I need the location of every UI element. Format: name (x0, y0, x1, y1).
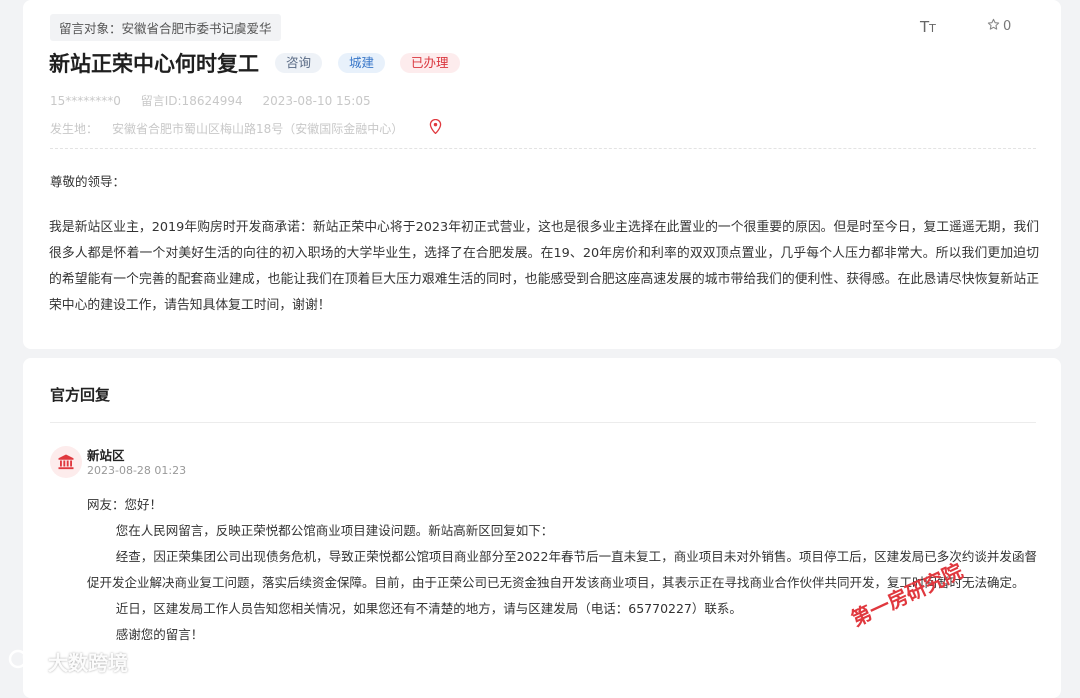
message-meta: 15********0 留言ID:18624994 2023-08-10 15:… (50, 92, 387, 109)
message-body: 我是新站区业主，2019年购房时开发商承诺：新站正荣中心将于2023年初正式营业… (49, 220, 1039, 313)
field-badge: 城建 (338, 53, 386, 73)
reply-org-name: 新站区 (87, 448, 125, 463)
reply-date: 2023-08-28 01:23 (87, 464, 187, 477)
chat-bubble-icon (8, 648, 42, 675)
map-pin-icon[interactable] (429, 118, 442, 137)
reply-closing: 感谢您的留言！ (115, 627, 204, 642)
official-reply-card: 官方回复 新站区 2023-08-28 01:23 网友：您好！ 您在人民网留言… (23, 358, 1061, 698)
font-size-icon: TT (920, 18, 936, 36)
government-building-icon (50, 446, 82, 478)
favorite-count: 0 (1003, 19, 1012, 34)
location-row: 发生地： 安徽省合肥市蜀山区梅山路18号（安徽国际金融中心） (50, 118, 442, 137)
status-badge: 已办理 (400, 53, 460, 73)
reply-section-title: 官方回复 (50, 386, 111, 404)
reply-paragraph: 您在人民网留言，反映正荣悦都公馆商业项目建设问题。新站高新区回复如下： (115, 523, 554, 538)
message-card: 留言对象：安徽省合肥市委书记虞爱华 TT 0 新站正荣中心何时复工 咨询 城建 … (23, 0, 1061, 349)
category-badge: 咨询 (275, 53, 323, 73)
location-label: 发生地： (50, 121, 99, 136)
user-id: 15********0 (50, 94, 121, 108)
message-id: 留言ID:18624994 (140, 94, 243, 108)
reply-salutation: 网友：您好！ (87, 497, 163, 512)
star-icon (987, 18, 1000, 35)
divider (50, 422, 1036, 423)
favorite-button[interactable]: 0 (987, 18, 1011, 35)
message-greeting: 尊敬的领导： (50, 174, 126, 189)
font-size-button[interactable]: TT (920, 18, 936, 36)
message-time: 2023-08-10 15:05 (262, 94, 371, 108)
watermark-text: 大数跨境 (48, 651, 128, 675)
recipient-tag: 留言对象：安徽省合肥市委书记虞爱华 (50, 14, 281, 41)
reply-content: 网友：您好！ 您在人民网留言，反映正荣悦都公馆商业项目建设问题。新站高新区回复如… (87, 492, 1037, 648)
divider (50, 148, 1036, 149)
location-text: 安徽省合肥市蜀山区梅山路18号（安徽国际金融中心） (112, 121, 404, 136)
watermark-logo: 大数跨境 (8, 647, 128, 676)
message-title: 新站正荣中心何时复工 (49, 52, 259, 76)
